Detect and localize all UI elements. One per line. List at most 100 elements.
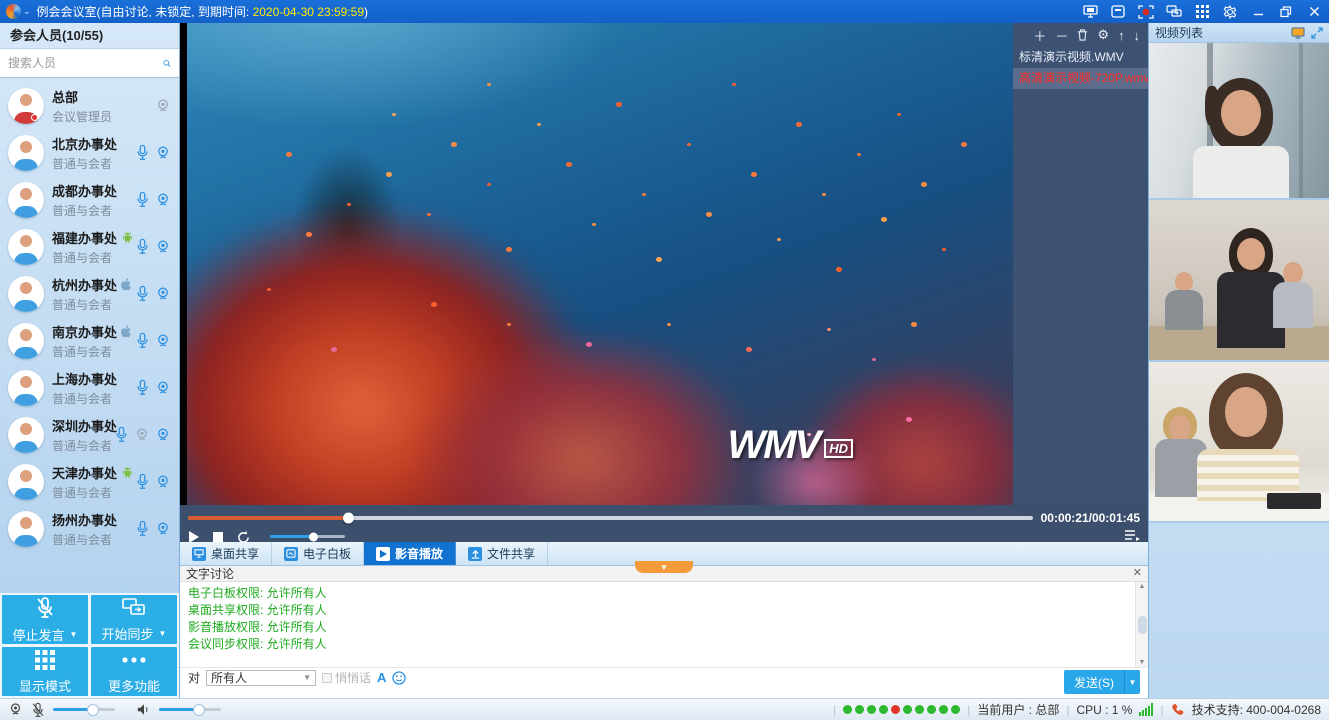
camera-gray-icon[interactable] bbox=[134, 427, 150, 443]
camera-status-icon[interactable] bbox=[8, 702, 23, 717]
participant-row[interactable]: 上海办事处 普通与会者 bbox=[0, 364, 179, 411]
participant-row[interactable]: 南京办事处 普通与会者 bbox=[0, 317, 179, 364]
restore-button[interactable] bbox=[1277, 4, 1295, 20]
emoji-button[interactable] bbox=[392, 671, 406, 685]
send-button[interactable]: 发送(S) bbox=[1064, 670, 1124, 694]
stop-button[interactable] bbox=[213, 532, 223, 542]
current-user-label: 当前用户 : 总部 bbox=[977, 701, 1059, 718]
webcam-feed-1[interactable] bbox=[1149, 43, 1329, 200]
message-input[interactable]: 发送(S) ▼ bbox=[180, 687, 1148, 698]
participant-row[interactable]: 天津办事处 普通与会者 bbox=[0, 458, 179, 505]
microphone-icon[interactable] bbox=[135, 379, 150, 396]
camera-icon[interactable] bbox=[155, 427, 171, 443]
search-icon[interactable] bbox=[163, 56, 171, 71]
scroll-up-icon[interactable]: ▲ bbox=[1139, 583, 1146, 590]
play-button[interactable] bbox=[188, 531, 199, 543]
microphone-icon[interactable] bbox=[114, 426, 129, 443]
microphone-icon[interactable] bbox=[135, 332, 150, 349]
player-volume-handle[interactable] bbox=[309, 532, 318, 541]
tab-desktop-share[interactable]: 桌面共享 bbox=[180, 542, 272, 565]
microphone-icon[interactable] bbox=[135, 285, 150, 302]
send-options-caret[interactable]: ▼ bbox=[1124, 670, 1140, 694]
scroll-thumb[interactable] bbox=[1138, 616, 1147, 634]
participant-row[interactable]: 扬州办事处 普通与会者 bbox=[0, 505, 179, 552]
collapse-handle[interactable]: ▼ bbox=[635, 561, 693, 573]
camera-icon[interactable] bbox=[155, 192, 171, 208]
sync-screens-icon[interactable] bbox=[1165, 4, 1183, 20]
playing-video[interactable]: WMV HD bbox=[187, 23, 1013, 505]
microphone-icon[interactable] bbox=[135, 191, 150, 208]
speaker-icon[interactable] bbox=[137, 703, 151, 716]
display-mode-button[interactable]: 显示模式 bbox=[2, 647, 88, 696]
chat-scrollbar[interactable]: ▲ ▼ bbox=[1135, 582, 1148, 667]
checkbox-icon[interactable] bbox=[322, 673, 332, 683]
logo-chevron-icon[interactable]: ⌄ bbox=[23, 6, 31, 17]
speaker-volume-handle[interactable] bbox=[193, 704, 205, 716]
participant-row[interactable]: 福建办事处 普通与会者 bbox=[0, 223, 179, 270]
minimize-button[interactable] bbox=[1249, 4, 1267, 20]
camera-icon[interactable] bbox=[155, 521, 171, 537]
participant-row[interactable]: 总部 会议管理员 bbox=[0, 82, 179, 129]
screen-share-icon[interactable] bbox=[1081, 4, 1099, 20]
tab-whiteboard[interactable]: 电子白板 bbox=[272, 542, 364, 565]
close-button[interactable] bbox=[1305, 4, 1323, 20]
whiteboard-icon[interactable] bbox=[1109, 4, 1127, 20]
playlist-move-up-icon[interactable]: ↑ bbox=[1118, 28, 1125, 43]
playlist-trash-icon[interactable] bbox=[1077, 29, 1088, 41]
participant-role: 普通与会者 bbox=[52, 249, 135, 266]
camera-icon[interactable] bbox=[155, 239, 171, 255]
search-input[interactable] bbox=[8, 56, 163, 70]
whisper-checkbox[interactable]: 悄悄话 bbox=[322, 669, 371, 686]
start-sync-button[interactable]: 开始同步▼ bbox=[91, 595, 177, 644]
microphone-icon[interactable] bbox=[135, 144, 150, 161]
display-mode-grid-icon[interactable] bbox=[1193, 4, 1211, 20]
microphone-icon[interactable] bbox=[135, 520, 150, 537]
microphone-icon[interactable] bbox=[135, 473, 150, 490]
media-play-icon bbox=[376, 547, 390, 561]
scroll-down-icon[interactable]: ▼ bbox=[1139, 659, 1146, 666]
webcam-feed-2[interactable] bbox=[1149, 200, 1329, 362]
record-icon[interactable] bbox=[1137, 4, 1155, 20]
chevron-down-icon: ▼ bbox=[70, 630, 78, 639]
settings-gear-icon[interactable] bbox=[1221, 4, 1239, 20]
camera-icon[interactable] bbox=[155, 286, 171, 302]
participant-row[interactable]: 深圳办事处 普通与会者 bbox=[0, 411, 179, 458]
seek-handle[interactable] bbox=[343, 513, 354, 524]
speaker-volume-slider[interactable] bbox=[159, 708, 221, 711]
seek-bar[interactable] bbox=[188, 516, 1033, 520]
playlist-item[interactable]: 标清演示视频.WMV bbox=[1013, 47, 1148, 68]
font-button[interactable]: A bbox=[377, 670, 386, 685]
camera-icon[interactable] bbox=[155, 380, 171, 396]
player-volume-slider[interactable] bbox=[270, 535, 345, 538]
tab-file-share[interactable]: 文件共享 bbox=[456, 542, 548, 565]
expand-icon[interactable] bbox=[1311, 27, 1323, 39]
monitor-icon[interactable] bbox=[1291, 27, 1305, 39]
recipient-select[interactable]: 所有人 ▼ bbox=[206, 670, 316, 686]
playlist-item-selected[interactable]: 高清演示视频-720P.wmv 删除 bbox=[1013, 68, 1148, 89]
chat-messages[interactable]: 电子白板权限: 允许所有人 桌面共享权限: 允许所有人 影音播放权限: 允许所有… bbox=[180, 582, 1148, 667]
camera-icon[interactable] bbox=[155, 333, 171, 349]
participant-row[interactable]: 杭州办事处 普通与会者 bbox=[0, 270, 179, 317]
camera-gray-icon[interactable] bbox=[155, 98, 171, 114]
playlist-toggle-icon[interactable] bbox=[1124, 529, 1140, 544]
time-display: 00:00:21/00:01:45 bbox=[1041, 511, 1140, 525]
tab-media-playback[interactable]: 影音播放 bbox=[364, 542, 456, 565]
mic-volume-slider[interactable] bbox=[53, 708, 115, 711]
participant-row[interactable]: 成都办事处 普通与会者 bbox=[0, 176, 179, 223]
webcam-feed-3[interactable] bbox=[1149, 362, 1329, 523]
participant-row[interactable]: 北京办事处 普通与会者 bbox=[0, 129, 179, 176]
loop-button[interactable] bbox=[237, 531, 250, 543]
camera-icon[interactable] bbox=[155, 145, 171, 161]
microphone-icon[interactable] bbox=[135, 238, 150, 255]
playlist-add-icon[interactable]: ＋ bbox=[1033, 26, 1046, 45]
stop-speaking-button[interactable]: 停止发言▼ bbox=[2, 595, 88, 644]
video-stage[interactable]: WMV HD ＋ － ⚙ ↑ ↓ 标清演示视频.WMV bbox=[180, 23, 1148, 505]
camera-icon[interactable] bbox=[155, 474, 171, 490]
playlist-move-down-icon[interactable]: ↓ bbox=[1134, 28, 1141, 43]
playlist-remove-icon[interactable]: － bbox=[1055, 26, 1068, 45]
mic-volume-handle[interactable] bbox=[87, 704, 99, 716]
more-functions-button[interactable]: 更多功能 bbox=[91, 647, 177, 696]
chat-close-icon[interactable]: ✕ bbox=[1133, 568, 1142, 579]
playlist-settings-icon[interactable]: ⚙ bbox=[1097, 27, 1109, 43]
mic-muted-icon[interactable] bbox=[31, 702, 45, 718]
